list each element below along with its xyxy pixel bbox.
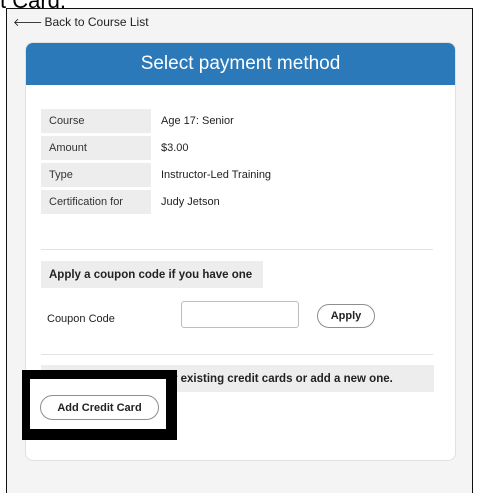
coupon-section-label: Apply a coupon code if you have one: [41, 261, 263, 288]
page-title: Select payment method: [140, 53, 341, 74]
detail-value: $3.00: [161, 142, 189, 154]
course-details-table: Course Age 17: Senior Amount $3.00 Type …: [41, 106, 279, 217]
coupon-code-label: Coupon Code: [47, 313, 115, 325]
coupon-code-input[interactable]: [181, 301, 299, 328]
back-to-course-list-link[interactable]: 🡐 Back to Course List: [13, 15, 149, 29]
arrow-left-icon: 🡐: [13, 17, 43, 29]
divider: [41, 354, 433, 355]
detail-key: Type: [41, 163, 151, 187]
table-row: Type Instructor-Led Training: [41, 163, 279, 187]
detail-key: Course: [41, 109, 151, 133]
add-credit-card-button[interactable]: Add Credit Card: [40, 395, 159, 420]
card-header: Select payment method: [26, 43, 455, 85]
detail-key: Amount: [41, 136, 151, 160]
table-row: Course Age 17: Senior: [41, 109, 279, 133]
divider: [41, 249, 433, 250]
apply-button[interactable]: Apply: [317, 304, 375, 328]
detail-key: Certification for: [41, 190, 151, 214]
detail-value: Judy Jetson: [161, 196, 220, 208]
detail-value: Age 17: Senior: [161, 115, 234, 127]
back-link-label: Back to Course List: [44, 15, 149, 29]
table-row: Amount $3.00: [41, 136, 279, 160]
detail-value: Instructor-Led Training: [161, 169, 272, 181]
table-row: Certification for Judy Jetson: [41, 190, 279, 214]
